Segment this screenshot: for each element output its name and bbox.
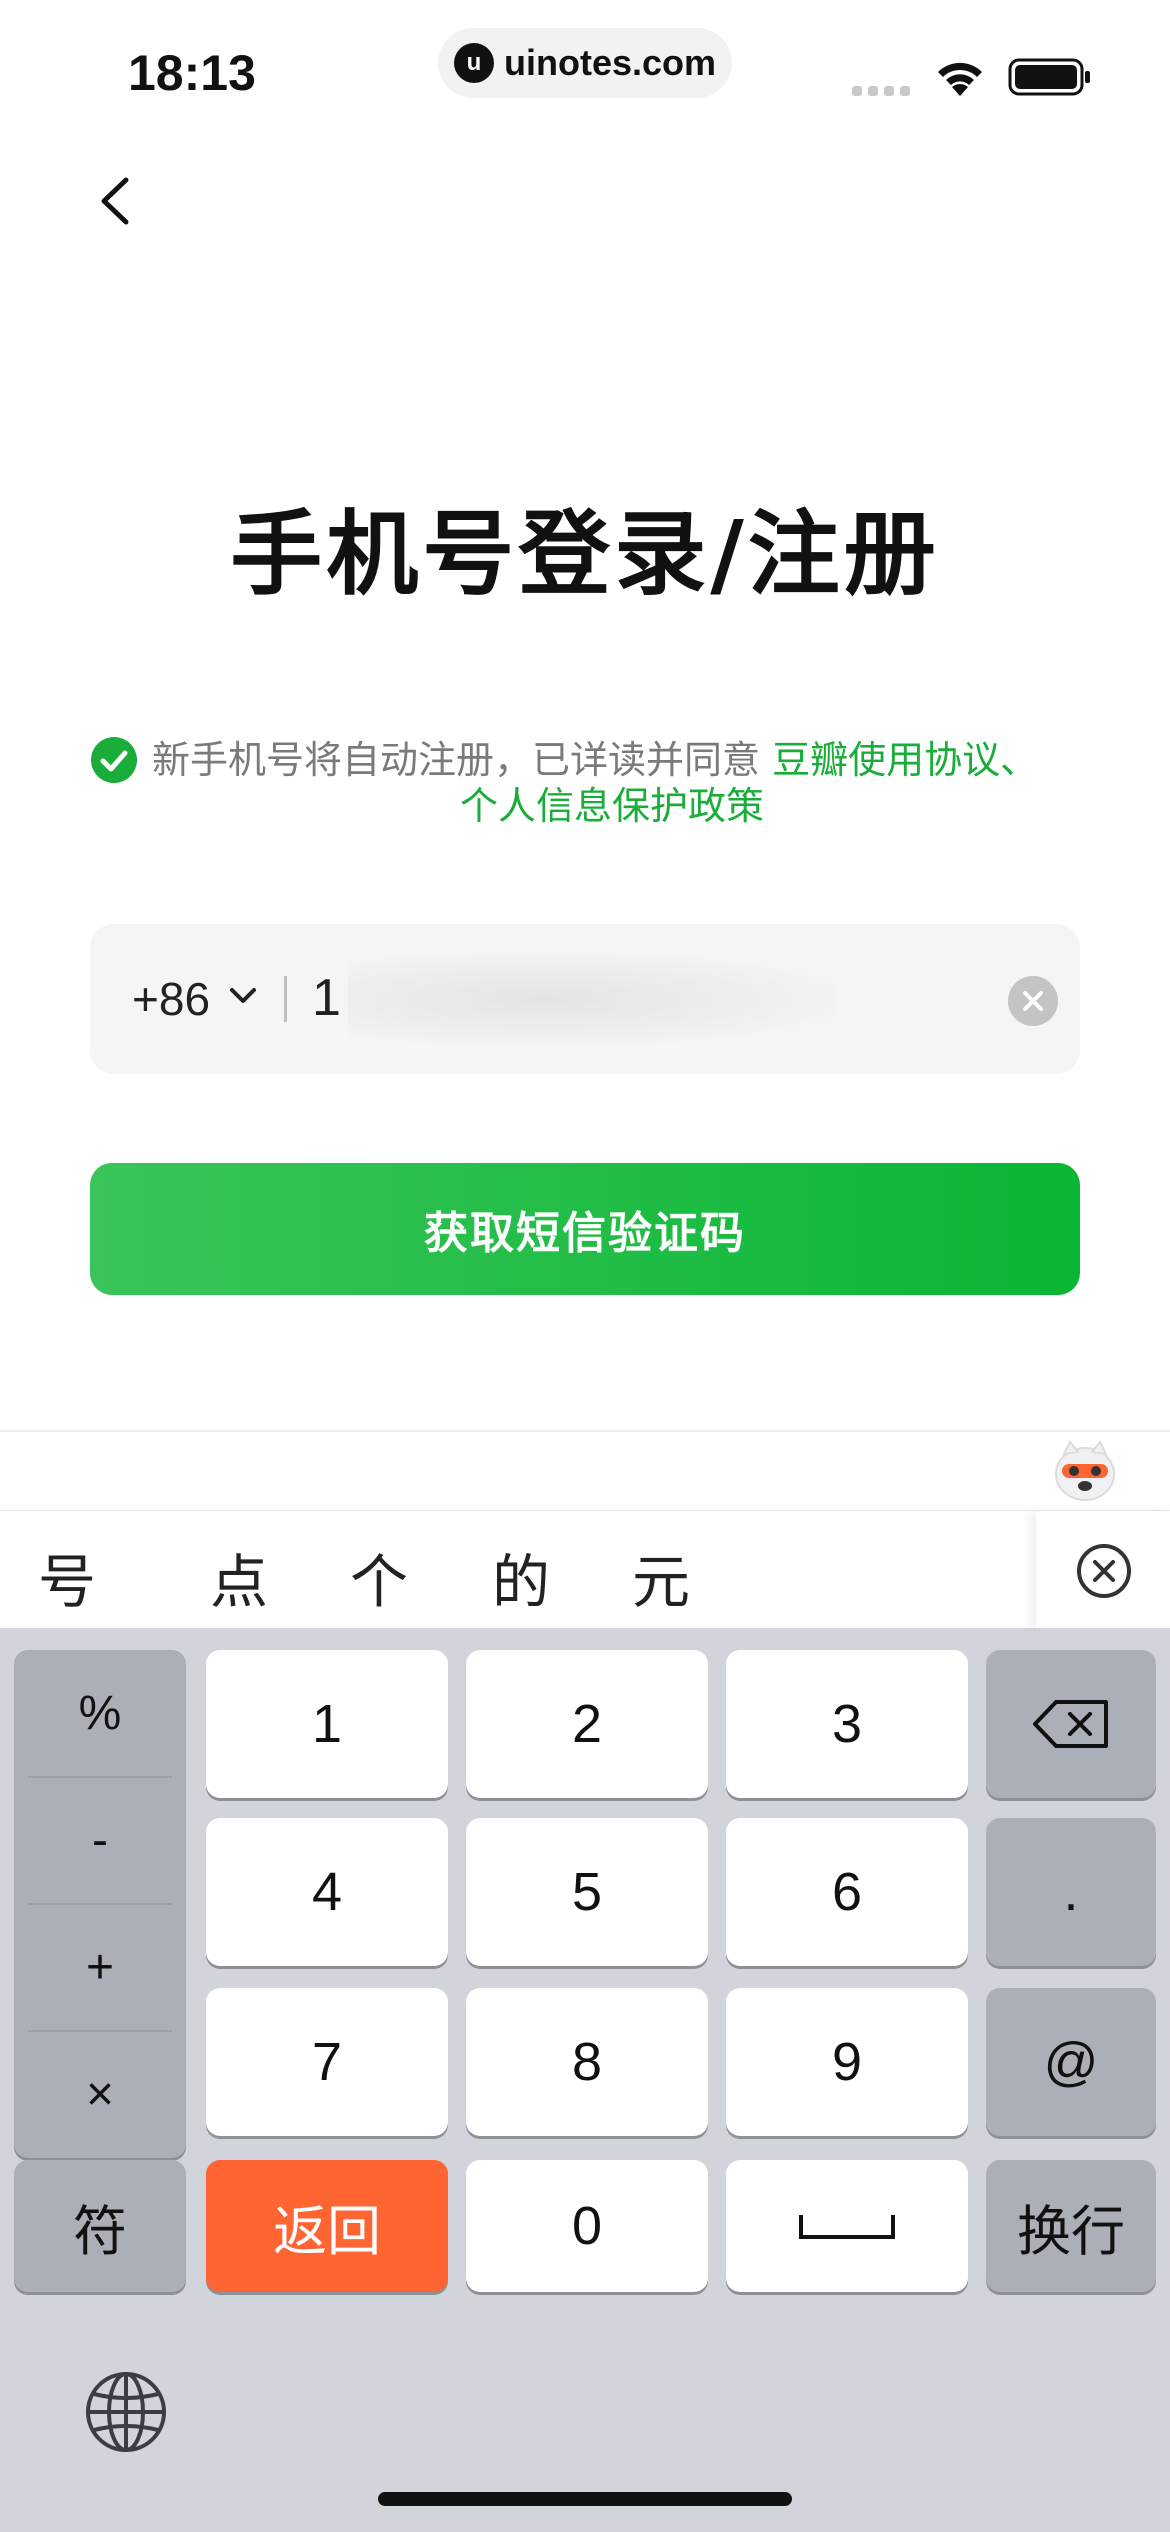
candidate-bar: 号 点 个 的 元 [0,1510,1170,1629]
symbol-key-multiply[interactable]: × [14,2031,186,2158]
site-logo-letter: u [466,49,482,76]
site-logo-icon: u [454,43,494,83]
privacy-policy-link[interactable]: 个人信息保护政策 [460,778,764,834]
backspace-icon [1033,1700,1108,1748]
agreement-text: 新手机号将自动注册，已详读并同意 [152,738,761,782]
key-4[interactable]: 4 [206,1818,448,1966]
key-6[interactable]: 6 [726,1818,968,1966]
chevron-down-icon[interactable] [228,986,258,1006]
input-divider [284,976,287,1022]
candidate-item[interactable]: 号 [38,1535,96,1619]
at-key[interactable]: @ [986,1988,1156,2136]
country-code-selector[interactable]: +86 [132,972,210,1026]
space-bar-icon [799,2215,895,2239]
symbol-key-minus[interactable]: - [14,1777,186,1904]
candidate-item[interactable]: 元 [632,1535,690,1619]
key-0[interactable]: 0 [466,2160,708,2292]
backspace-key[interactable] [986,1650,1156,1798]
newline-key[interactable]: 换行 [986,2160,1156,2292]
key-8[interactable]: 8 [466,1988,708,2136]
candidate-item[interactable]: 点 [210,1535,268,1619]
space-key[interactable] [726,2160,968,2292]
page-title: 手机号登录/注册 [230,501,940,608]
candidate-item[interactable]: 个 [350,1535,408,1619]
douban-terms-link[interactable]: 豆瓣使用协议、 [772,738,1038,782]
collapse-candidates-button[interactable] [1036,1511,1170,1629]
globe-icon[interactable] [84,2370,168,2454]
keyboard-mascot-icon[interactable] [1052,1440,1118,1502]
symbol-key-percent[interactable]: % [14,1650,186,1777]
key-2[interactable]: 2 [466,1650,708,1798]
back-arrow-icon[interactable] [90,166,150,236]
keyboard-toolbar [0,1430,1170,1510]
login-screen: 18:13 u uinotes.com 手机号登录/注册 新手机号将自动注册，已… [0,0,1170,2532]
symbol-mode-key[interactable]: 符 [14,2160,186,2292]
symbol-column: % - + × [14,1650,186,2158]
status-time: 18:13 [128,45,256,101]
key-3[interactable]: 3 [726,1650,968,1798]
blurred-phone-digits [348,954,838,1044]
url-text: uinotes.com [504,42,717,83]
return-key[interactable]: 返回 [206,2160,448,2292]
numeric-keyboard: % - + × 1 2 3 4 5 6 . 7 8 9 @ 符 返回 0 换行 [0,1628,1170,2532]
key-1[interactable]: 1 [206,1650,448,1798]
battery-icon [1008,58,1090,96]
phone-number-field[interactable]: 1 [312,968,341,1028]
key-7[interactable]: 7 [206,1988,448,2136]
clear-input-icon[interactable] [1008,976,1058,1026]
home-indicator [378,2492,792,2506]
get-sms-code-button[interactable]: 获取短信验证码 [90,1163,1080,1295]
url-pill[interactable]: u uinotes.com [438,28,732,98]
key-9[interactable]: 9 [726,1988,968,2136]
key-5[interactable]: 5 [466,1818,708,1966]
wifi-icon [938,62,982,96]
dot-key[interactable]: . [986,1818,1156,1966]
close-circle-icon [1077,1544,1131,1598]
symbol-key-plus[interactable]: + [14,1904,186,2031]
cellular-signal-icon [852,86,910,96]
candidate-item[interactable]: 的 [492,1535,550,1619]
phone-input-box[interactable]: +86 1 [90,924,1080,1074]
agreement-checkbox-checked-icon[interactable] [90,736,138,784]
